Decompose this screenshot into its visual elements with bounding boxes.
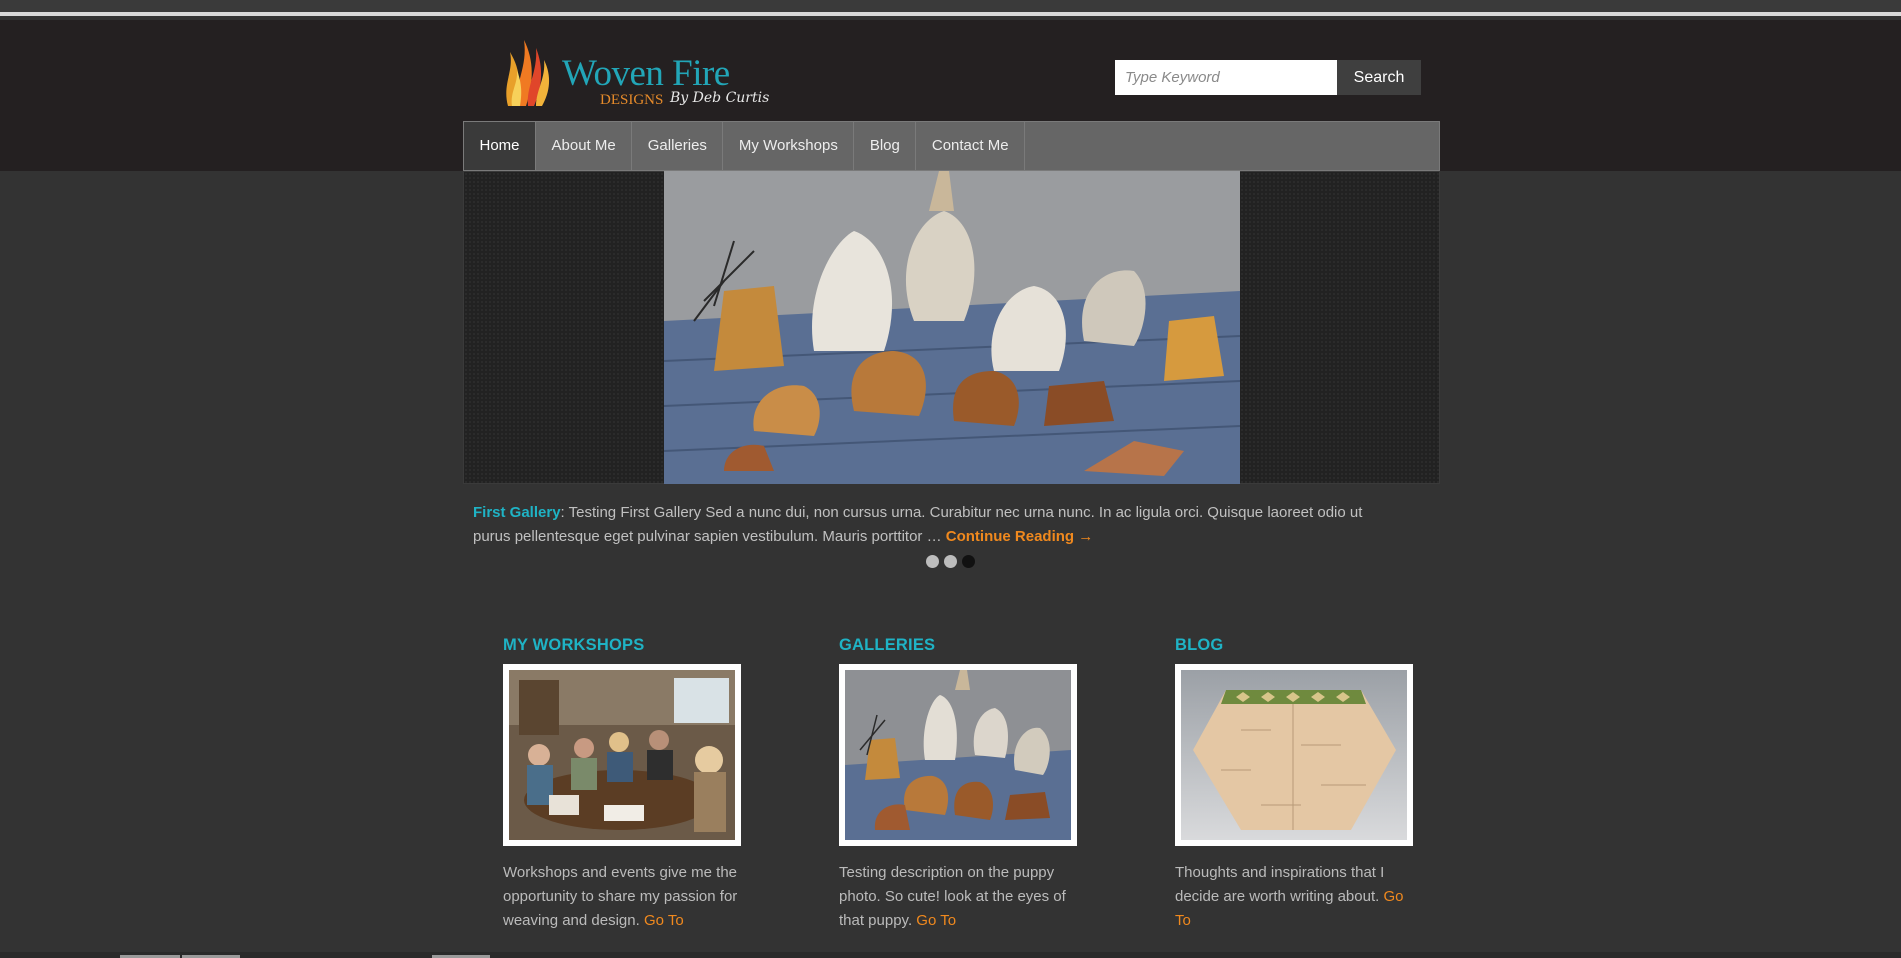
workshops-heading[interactable]: MY WORKSHOPS bbox=[503, 636, 743, 655]
nav-item-about-me[interactable]: About Me bbox=[536, 122, 633, 170]
blog-text: Thoughts and inspirations that I decide … bbox=[1175, 864, 1385, 905]
workshops-photo bbox=[509, 670, 735, 840]
main-nav: Home About Me Galleries My Workshops Blo… bbox=[463, 121, 1440, 171]
nav-item-my-workshops[interactable]: My Workshops bbox=[723, 122, 855, 170]
slider-dot-2[interactable] bbox=[944, 555, 957, 568]
slide-gallery-link[interactable]: First Gallery bbox=[473, 504, 561, 521]
slide-description: Testing First Gallery Sed a nunc dui, no… bbox=[473, 504, 1363, 545]
slide-caption: First Gallery: Testing First Gallery Sed… bbox=[473, 501, 1393, 549]
browser-top-strip bbox=[0, 0, 1901, 16]
continue-reading-link[interactable]: Continue Reading → bbox=[946, 528, 1094, 545]
galleries-photo bbox=[845, 670, 1071, 840]
caption-separator: : bbox=[560, 504, 569, 521]
logo-designs-text: DESIGNS bbox=[600, 92, 664, 108]
galleries-thumbnail[interactable] bbox=[839, 664, 1077, 846]
blog-description: Thoughts and inspirations that I decide … bbox=[1175, 861, 1415, 933]
bottom-taskbar bbox=[0, 952, 1901, 958]
blog-photo bbox=[1181, 670, 1407, 840]
blog-column: BLOG Thoughts and inspirations that I de… bbox=[1175, 636, 1415, 933]
workshops-description: Workshops and events give me the opportu… bbox=[503, 861, 743, 933]
flame-icon bbox=[506, 40, 550, 106]
site-logo[interactable]: Woven Fire DESIGNS By Deb Curtis bbox=[500, 32, 770, 122]
slider-pagination bbox=[926, 555, 975, 568]
slider-dot-1[interactable] bbox=[926, 555, 939, 568]
workshops-column: MY WORKSHOPS Workshops and events give m… bbox=[503, 636, 743, 933]
blog-heading[interactable]: BLOG bbox=[1175, 636, 1415, 655]
galleries-description: Testing description on the puppy photo. … bbox=[839, 861, 1079, 933]
nav-item-blog[interactable]: Blog bbox=[854, 122, 917, 170]
galleries-column: GALLERIES Testing description on the pup… bbox=[839, 636, 1079, 933]
workshops-goto-link[interactable]: Go To bbox=[644, 912, 684, 929]
logo-title: Woven Fire bbox=[562, 53, 730, 94]
slider-dot-3[interactable] bbox=[962, 555, 975, 568]
logo-byline: By Deb Curtis bbox=[670, 90, 770, 106]
nav-item-galleries[interactable]: Galleries bbox=[632, 122, 724, 170]
galleries-goto-link[interactable]: Go To bbox=[916, 912, 956, 929]
workshops-thumbnail[interactable] bbox=[503, 664, 741, 846]
galleries-heading[interactable]: GALLERIES bbox=[839, 636, 1079, 655]
nav-item-home[interactable]: Home bbox=[464, 122, 537, 170]
featured-slider bbox=[463, 171, 1440, 484]
nav-item-contact-me[interactable]: Contact Me bbox=[916, 122, 1026, 170]
search-input[interactable] bbox=[1115, 60, 1337, 95]
search-button[interactable]: Search bbox=[1337, 60, 1421, 95]
blog-thumbnail[interactable] bbox=[1175, 664, 1413, 846]
workshops-text: Workshops and events give me the opportu… bbox=[503, 864, 738, 929]
slide-image-baskets[interactable] bbox=[664, 171, 1240, 484]
